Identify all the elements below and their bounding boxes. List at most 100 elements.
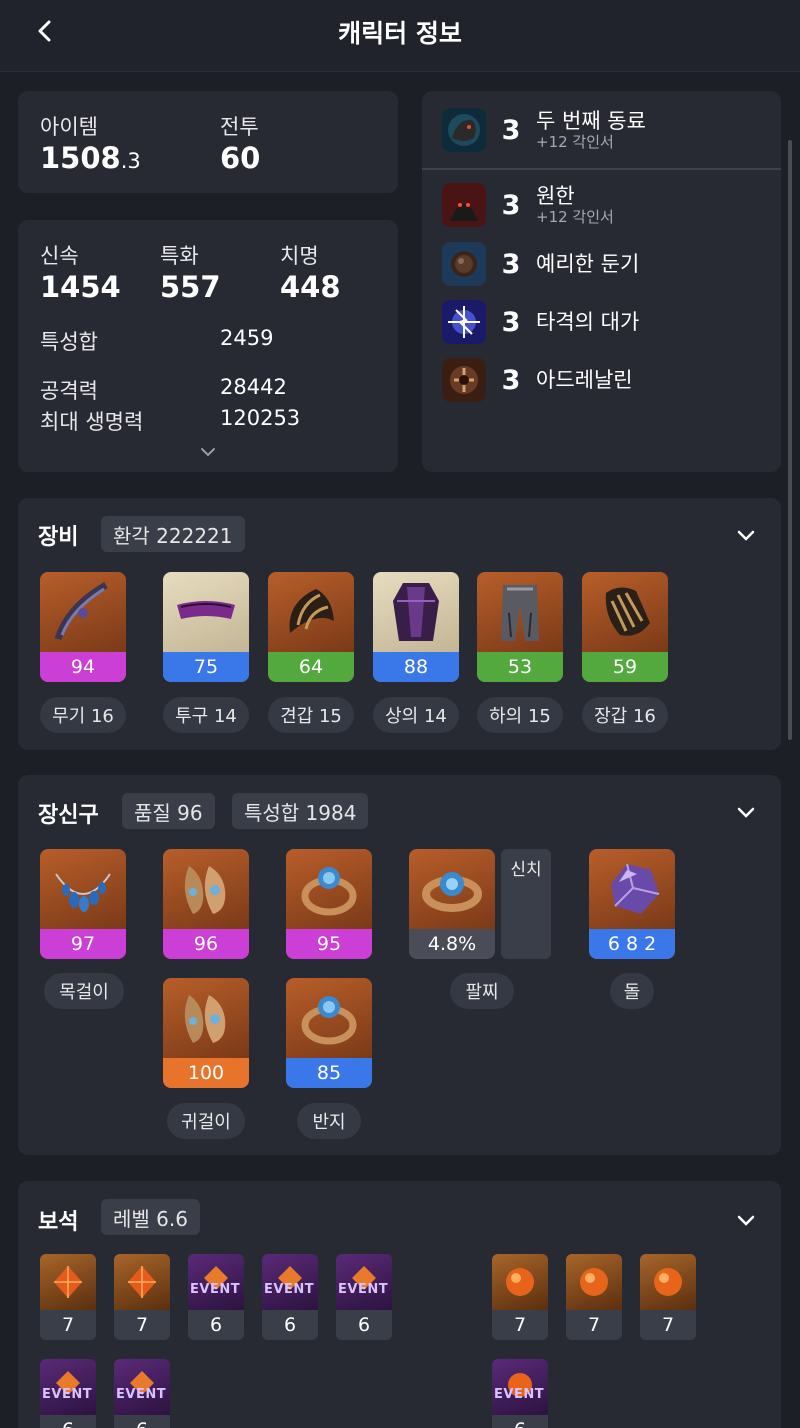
gem[interactable]: 7 [114, 1254, 170, 1340]
engraving-row[interactable]: 3 두 번째 동료 +12 각인서 [442, 104, 646, 156]
total-stat-badge: 특성합 1984 [232, 793, 369, 829]
equipment-helmet[interactable]: 75 [163, 572, 249, 682]
gem-level: 7 [566, 1310, 622, 1340]
accessory-ring[interactable]: 85 [286, 978, 372, 1088]
top-bar: 캐릭터 정보 [0, 0, 800, 72]
accessory-ring[interactable]: 95 [286, 849, 372, 959]
quality-value: 64 [268, 652, 354, 682]
quality-value: 85 [286, 1058, 372, 1088]
chevron-down-icon[interactable] [735, 801, 757, 823]
gem[interactable]: EVENT 6 [114, 1359, 170, 1428]
accessories-title: 장신구 [38, 803, 99, 828]
level-card: 아이템 1508.3 전투 60 [18, 91, 398, 193]
hp-value: 120253 [220, 406, 301, 430]
quality-value: 100 [163, 1058, 249, 1088]
dragon-icon [442, 108, 486, 152]
engraving-sub: +12 각인서 [536, 133, 614, 151]
attack-label: 공격력 [40, 379, 98, 403]
item-level-label: 아이템 [40, 115, 98, 139]
bracelet-label: 팔찌 [450, 973, 514, 1009]
gem[interactable]: 7 [640, 1254, 696, 1340]
earring-label: 귀걸이 [167, 1103, 245, 1139]
spec-value: 557 [160, 270, 221, 304]
gem-level: 7 [640, 1310, 696, 1340]
bracelet-effect-panel: 신치 [501, 849, 551, 959]
attack-value: 28442 [220, 375, 287, 399]
gem-level: 7 [40, 1310, 96, 1340]
event-label: EVENT [338, 1282, 389, 1297]
event-label: EVENT [264, 1282, 315, 1297]
engraving-row[interactable]: 3 예리한 둔기 [442, 238, 639, 290]
gem[interactable]: EVENT 6 [188, 1254, 244, 1340]
engraving-level: 3 [501, 364, 521, 396]
gem-level: 6 [188, 1310, 244, 1340]
equipment-weapon[interactable]: 94 [40, 572, 126, 682]
total-stat-label: 특성합 [40, 330, 98, 354]
quality-value: 59 [582, 652, 668, 682]
engraving-sub: +12 각인서 [536, 208, 614, 226]
accessory-earring[interactable]: 96 [163, 849, 249, 959]
gem-level: 6 [114, 1415, 170, 1428]
equipment-gloves[interactable]: 59 [582, 572, 668, 682]
gem-icon [654, 1268, 682, 1296]
gems-title: 보석 [38, 1210, 79, 1235]
expand-stats-chevron-icon[interactable] [200, 446, 216, 458]
equipment-label: 상의 14 [373, 697, 459, 733]
gem[interactable]: EVENT 6 [262, 1254, 318, 1340]
chevron-down-icon[interactable] [735, 1209, 757, 1231]
quality-value: 88 [373, 652, 459, 682]
accessory-bracelet[interactable]: 4.8% [409, 849, 495, 959]
quality-value: 75 [163, 652, 249, 682]
gem[interactable]: EVENT 6 [40, 1359, 96, 1428]
equipment-label: 하의 15 [477, 697, 563, 733]
chevron-down-icon[interactable] [735, 524, 757, 546]
equipment-chest[interactable]: 88 [373, 572, 459, 682]
accessory-necklace[interactable]: 97 [40, 849, 126, 959]
gem-icon [54, 1266, 82, 1298]
gem[interactable]: 7 [40, 1254, 96, 1340]
gem-level-badge: 레벨 6.6 [101, 1199, 200, 1235]
bracelet-effect-text: 신치 [510, 860, 542, 880]
earring-icon [184, 866, 226, 914]
gem[interactable]: EVENT 6 [336, 1254, 392, 1340]
ability-stone[interactable]: 6 8 2 [589, 849, 675, 959]
equipment-label: 견갑 15 [268, 697, 354, 733]
engraving-name: 타격의 대가 [536, 310, 640, 334]
gem-level: 6 [40, 1415, 96, 1428]
engraving-row[interactable]: 3 원한 +12 각인서 [442, 179, 614, 231]
page-title: 캐릭터 정보 [338, 19, 462, 48]
quality-value: 96 [163, 929, 249, 959]
scrollbar[interactable] [788, 140, 792, 740]
engraving-name: 예리한 둔기 [536, 252, 640, 276]
gem[interactable]: 7 [566, 1254, 622, 1340]
event-label: EVENT [42, 1387, 93, 1402]
engraving-name: 원한 [536, 184, 575, 208]
ring-label: 반지 [297, 1103, 361, 1139]
engraving-row[interactable]: 3 아드레날린 [442, 354, 633, 406]
grudge-icon [442, 183, 486, 227]
gem[interactable]: 7 [492, 1254, 548, 1340]
equipment-shoulder[interactable]: 64 [268, 572, 354, 682]
engraving-row[interactable]: 3 타격의 대가 [442, 296, 639, 348]
quality-value: 95 [286, 929, 372, 959]
event-label: EVENT [494, 1387, 545, 1402]
gem-level: 7 [492, 1310, 548, 1340]
item-level-value: 1508.3 [40, 141, 141, 175]
gem-level: 6 [492, 1415, 548, 1428]
stone-value: 6 8 2 [589, 929, 675, 959]
equipment-badge: 환각 222221 [101, 516, 245, 552]
necklace-icon [55, 873, 111, 912]
gem[interactable]: EVENT 6 [492, 1359, 548, 1428]
engraving-level: 3 [501, 306, 521, 338]
necklace-label: 목걸이 [44, 973, 124, 1009]
engraving-level: 3 [501, 248, 521, 280]
total-stat-value: 2459 [220, 326, 274, 350]
event-label: EVENT [190, 1282, 241, 1297]
accessory-earring[interactable]: 100 [163, 978, 249, 1088]
equipment-pants[interactable]: 53 [477, 572, 563, 682]
earring-icon [184, 995, 226, 1043]
quality-value: 53 [477, 652, 563, 682]
gems-section: 보석 레벨 6.6 7 7 EVENT 6 EVENT 6 EVENT 6 7 … [18, 1181, 781, 1428]
swift-value: 1454 [40, 270, 121, 304]
equipment-label: 무기 16 [40, 697, 126, 733]
